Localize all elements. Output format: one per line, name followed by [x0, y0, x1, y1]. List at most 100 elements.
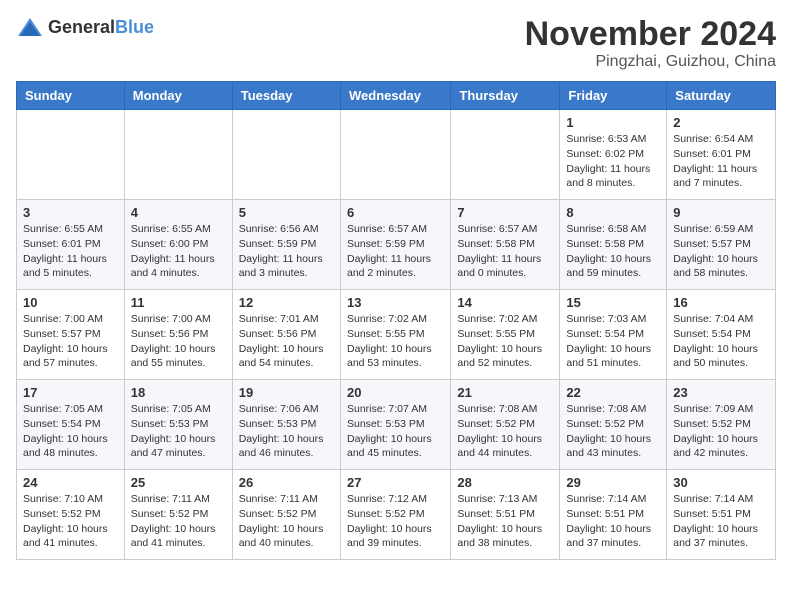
calendar-cell: 14 Sunrise: 7:02 AMSunset: 5:55 PMDayligh… — [451, 290, 560, 380]
day-number: 28 — [457, 475, 553, 490]
calendar-cell: 29Sunrise: 7:14 AMSunset: 5:51 PMDayligh… — [560, 470, 667, 560]
calendar-cell: 23Sunrise: 7:09 AMSunset: 5:52 PMDayligh… — [667, 380, 776, 470]
week-row-1: 1 Sunrise: 6:53 AMSunset: 6:02 PMDaylight… — [17, 110, 776, 200]
calendar-cell — [124, 110, 232, 200]
day-info: Sunrise: 6:58 AMSunset: 5:58 PMDaylight:… — [566, 222, 660, 281]
day-number: 12 — [239, 295, 334, 310]
calendar-cell: 2 Sunrise: 6:54 AMSunset: 6:01 PMDaylight… — [667, 110, 776, 200]
day-info: Sunrise: 7:00 AMSunset: 5:56 PMDaylight:… — [131, 312, 226, 371]
day-info: Sunrise: 7:11 AMSunset: 5:52 PMDaylight:… — [239, 492, 334, 551]
day-info: Sunrise: 6:57 AMSunset: 5:59 PMDaylight:… — [347, 222, 444, 281]
title-area: November 2024 Pingzhai, Guizhou, China — [525, 16, 776, 71]
calendar-cell: 9 Sunrise: 6:59 AMSunset: 5:57 PMDaylight… — [667, 200, 776, 290]
calendar-cell: 6Sunrise: 6:57 AMSunset: 5:59 PMDaylight… — [340, 200, 450, 290]
page-header: GeneralBlue November 2024 Pingzhai, Guiz… — [16, 16, 776, 71]
day-info: Sunrise: 7:07 AMSunset: 5:53 PMDaylight:… — [347, 402, 444, 461]
day-number: 10 — [23, 295, 118, 310]
weekday-header-monday: Monday — [124, 82, 232, 110]
day-number: 9 — [673, 205, 769, 220]
day-number: 24 — [23, 475, 118, 490]
calendar-cell: 12Sunrise: 7:01 AMSunset: 5:56 PMDayligh… — [232, 290, 340, 380]
day-number: 7 — [457, 205, 553, 220]
calendar-cell: 13Sunrise: 7:02 AMSunset: 5:55 PMDayligh… — [340, 290, 450, 380]
day-info: Sunrise: 6:57 AMSunset: 5:58 PMDaylight:… — [457, 222, 553, 281]
weekday-header-wednesday: Wednesday — [340, 82, 450, 110]
day-info: Sunrise: 6:54 AMSunset: 6:01 PMDaylight:… — [673, 132, 769, 191]
weekday-header-tuesday: Tuesday — [232, 82, 340, 110]
day-number: 27 — [347, 475, 444, 490]
calendar-cell — [340, 110, 450, 200]
logo: GeneralBlue — [16, 16, 154, 40]
logo-general-text: General — [48, 17, 115, 37]
day-info: Sunrise: 7:10 AMSunset: 5:52 PMDaylight:… — [23, 492, 118, 551]
day-number: 22 — [566, 385, 660, 400]
day-info: Sunrise: 7:14 AMSunset: 5:51 PMDaylight:… — [673, 492, 769, 551]
calendar-cell: 30 Sunrise: 7:14 AMSunset: 5:51 PMDayligh… — [667, 470, 776, 560]
calendar-cell: 25 Sunrise: 7:11 AMSunset: 5:52 PMDayligh… — [124, 470, 232, 560]
day-number: 26 — [239, 475, 334, 490]
calendar-cell: 24 Sunrise: 7:10 AMSunset: 5:52 PMDayligh… — [17, 470, 125, 560]
calendar-cell: 27 Sunrise: 7:12 AMSunset: 5:52 PMDayligh… — [340, 470, 450, 560]
day-number: 8 — [566, 205, 660, 220]
calendar-cell — [451, 110, 560, 200]
calendar-cell: 1 Sunrise: 6:53 AMSunset: 6:02 PMDaylight… — [560, 110, 667, 200]
weekday-header-thursday: Thursday — [451, 82, 560, 110]
day-number: 14 — [457, 295, 553, 310]
day-number: 29 — [566, 475, 660, 490]
day-number: 30 — [673, 475, 769, 490]
day-info: Sunrise: 6:55 AMSunset: 6:00 PMDaylight:… — [131, 222, 226, 281]
day-info: Sunrise: 7:06 AMSunset: 5:53 PMDaylight:… — [239, 402, 334, 461]
calendar-table: SundayMondayTuesdayWednesdayThursdayFrid… — [16, 81, 776, 560]
calendar-cell: 20 Sunrise: 7:07 AMSunset: 5:53 PMDayligh… — [340, 380, 450, 470]
day-info: Sunrise: 7:02 AMSunset: 5:55 PMDaylight:… — [347, 312, 444, 371]
calendar-cell: 26 Sunrise: 7:11 AMSunset: 5:52 PMDayligh… — [232, 470, 340, 560]
day-number: 15 — [566, 295, 660, 310]
day-number: 23 — [673, 385, 769, 400]
weekday-header-sunday: Sunday — [17, 82, 125, 110]
day-info: Sunrise: 7:13 AMSunset: 5:51 PMDaylight:… — [457, 492, 553, 551]
day-number: 19 — [239, 385, 334, 400]
day-info: Sunrise: 7:11 AMSunset: 5:52 PMDaylight:… — [131, 492, 226, 551]
weekday-header-row: SundayMondayTuesdayWednesdayThursdayFrid… — [17, 82, 776, 110]
logo-icon — [16, 16, 44, 40]
day-info: Sunrise: 7:08 AMSunset: 5:52 PMDaylight:… — [457, 402, 553, 461]
calendar-cell: 28 Sunrise: 7:13 AMSunset: 5:51 PMDayligh… — [451, 470, 560, 560]
week-row-5: 24 Sunrise: 7:10 AMSunset: 5:52 PMDayligh… — [17, 470, 776, 560]
calendar-cell — [232, 110, 340, 200]
day-info: Sunrise: 7:05 AMSunset: 5:53 PMDaylight:… — [131, 402, 226, 461]
day-info: Sunrise: 6:53 AMSunset: 6:02 PMDaylight:… — [566, 132, 660, 191]
day-info: Sunrise: 6:59 AMSunset: 5:57 PMDaylight:… — [673, 222, 769, 281]
location-title: Pingzhai, Guizhou, China — [525, 53, 776, 71]
calendar-cell: 8 Sunrise: 6:58 AMSunset: 5:58 PMDaylight… — [560, 200, 667, 290]
day-info: Sunrise: 7:05 AMSunset: 5:54 PMDaylight:… — [23, 402, 118, 461]
calendar-cell: 16Sunrise: 7:04 AMSunset: 5:54 PMDayligh… — [667, 290, 776, 380]
day-number: 21 — [457, 385, 553, 400]
calendar-cell: 10Sunrise: 7:00 AMSunset: 5:57 PMDayligh… — [17, 290, 125, 380]
weekday-header-friday: Friday — [560, 82, 667, 110]
calendar-cell: 7 Sunrise: 6:57 AMSunset: 5:58 PMDaylight… — [451, 200, 560, 290]
day-number: 20 — [347, 385, 444, 400]
day-number: 4 — [131, 205, 226, 220]
day-info: Sunrise: 7:03 AMSunset: 5:54 PMDaylight:… — [566, 312, 660, 371]
day-number: 1 — [566, 115, 660, 130]
weekday-header-saturday: Saturday — [667, 82, 776, 110]
day-number: 2 — [673, 115, 769, 130]
calendar-cell: 11Sunrise: 7:00 AMSunset: 5:56 PMDayligh… — [124, 290, 232, 380]
day-info: Sunrise: 7:04 AMSunset: 5:54 PMDaylight:… — [673, 312, 769, 371]
logo-blue-text: Blue — [115, 17, 154, 37]
calendar-cell: 15 Sunrise: 7:03 AMSunset: 5:54 PMDayligh… — [560, 290, 667, 380]
week-row-3: 10Sunrise: 7:00 AMSunset: 5:57 PMDayligh… — [17, 290, 776, 380]
week-row-4: 17Sunrise: 7:05 AMSunset: 5:54 PMDayligh… — [17, 380, 776, 470]
day-info: Sunrise: 7:02 AMSunset: 5:55 PMDaylight:… — [457, 312, 553, 371]
day-info: Sunrise: 6:55 AMSunset: 6:01 PMDaylight:… — [23, 222, 118, 281]
day-info: Sunrise: 7:12 AMSunset: 5:52 PMDaylight:… — [347, 492, 444, 551]
calendar-cell: 4 Sunrise: 6:55 AMSunset: 6:00 PMDaylight… — [124, 200, 232, 290]
calendar-cell: 3 Sunrise: 6:55 AMSunset: 6:01 PMDaylight… — [17, 200, 125, 290]
day-number: 5 — [239, 205, 334, 220]
day-number: 3 — [23, 205, 118, 220]
day-info: Sunrise: 7:08 AMSunset: 5:52 PMDaylight:… — [566, 402, 660, 461]
calendar-cell: 18Sunrise: 7:05 AMSunset: 5:53 PMDayligh… — [124, 380, 232, 470]
calendar-cell: 22 Sunrise: 7:08 AMSunset: 5:52 PMDayligh… — [560, 380, 667, 470]
calendar-cell: 21 Sunrise: 7:08 AMSunset: 5:52 PMDayligh… — [451, 380, 560, 470]
day-number: 25 — [131, 475, 226, 490]
